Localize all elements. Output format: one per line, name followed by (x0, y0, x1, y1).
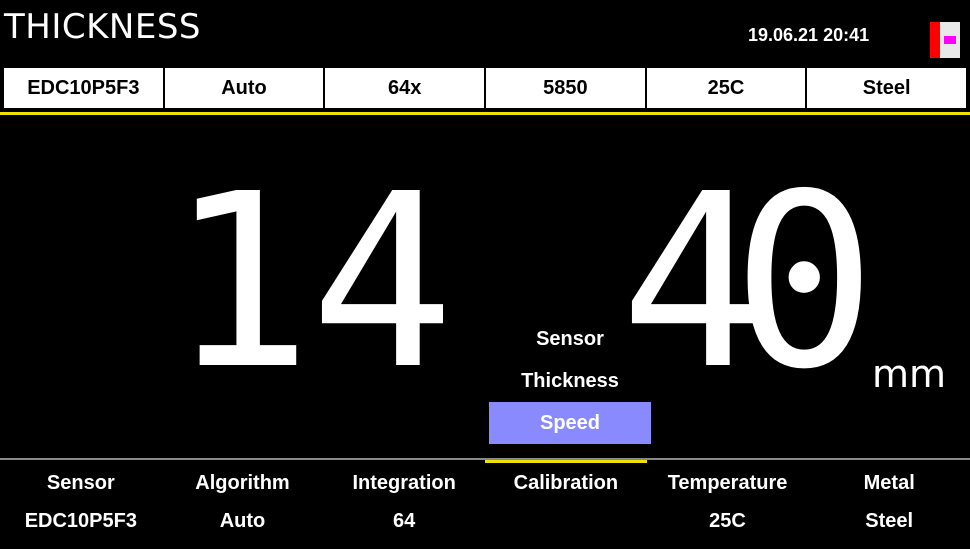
battery-icon (930, 22, 960, 58)
status-bar: EDC10P5F3 Auto 64x 5850 25C Steel (2, 66, 968, 110)
bottom-tab-value: Auto (219, 510, 266, 532)
page-title: THICKNESS (4, 7, 201, 47)
calibration-popup-menu: Sensor Thickness Speed (489, 318, 651, 444)
time-text: 20:41 (823, 25, 870, 45)
bottom-tab-label: Algorithm (195, 472, 290, 494)
bottom-tab-label: Calibration (513, 472, 619, 494)
status-sensor[interactable]: EDC10P5F3 (4, 68, 165, 108)
header: THICKNESS 19.06.21 20:41 (0, 0, 970, 66)
status-temperature[interactable]: 25C (647, 68, 808, 108)
bottom-tab-value: 64 (393, 510, 416, 532)
bottom-tab-calibration[interactable]: Calibration (485, 460, 647, 549)
bottom-tab-algorithm[interactable]: Algorithm Auto (162, 460, 324, 549)
status-algorithm[interactable]: Auto (165, 68, 326, 108)
bottom-tab-label: Integration (352, 472, 456, 494)
bottom-tab-value: EDC10P5F3 (24, 510, 137, 532)
bottom-menu-bar: Sensor EDC10P5F3 Algorithm Auto Integrat… (0, 458, 970, 549)
menu-item-thickness[interactable]: Thickness (489, 360, 651, 402)
status-metal[interactable]: Steel (807, 68, 966, 108)
bottom-tab-label: Temperature (667, 472, 788, 494)
battery-level-indicator (944, 36, 956, 44)
bottom-tab-sensor[interactable]: Sensor EDC10P5F3 (0, 460, 162, 549)
header-divider (0, 112, 970, 115)
bottom-tab-temperature[interactable]: Temperature 25C (647, 460, 809, 549)
reading-digit-2: 4 (310, 142, 455, 422)
date-text: 19.06.21 (748, 25, 819, 45)
bottom-tab-value: Steel (865, 510, 914, 532)
bottom-tab-value: 25C (709, 510, 746, 532)
menu-item-sensor[interactable]: Sensor (489, 318, 651, 360)
reading-digit-4: 0 (732, 142, 877, 422)
status-integration[interactable]: 64x (325, 68, 487, 108)
datetime: 19.06.21 20:41 (748, 26, 869, 44)
reading-digit-1: 1 (168, 142, 313, 422)
bottom-tab-metal[interactable]: Metal Steel (808, 460, 970, 549)
bottom-tab-label: Sensor (46, 472, 115, 494)
menu-item-speed[interactable]: Speed (489, 402, 651, 444)
bottom-tab-label: Metal (863, 472, 915, 494)
bottom-tab-integration[interactable]: Integration 64 (323, 460, 485, 549)
status-speed[interactable]: 5850 (486, 68, 647, 108)
unit-label: mm (872, 352, 947, 396)
